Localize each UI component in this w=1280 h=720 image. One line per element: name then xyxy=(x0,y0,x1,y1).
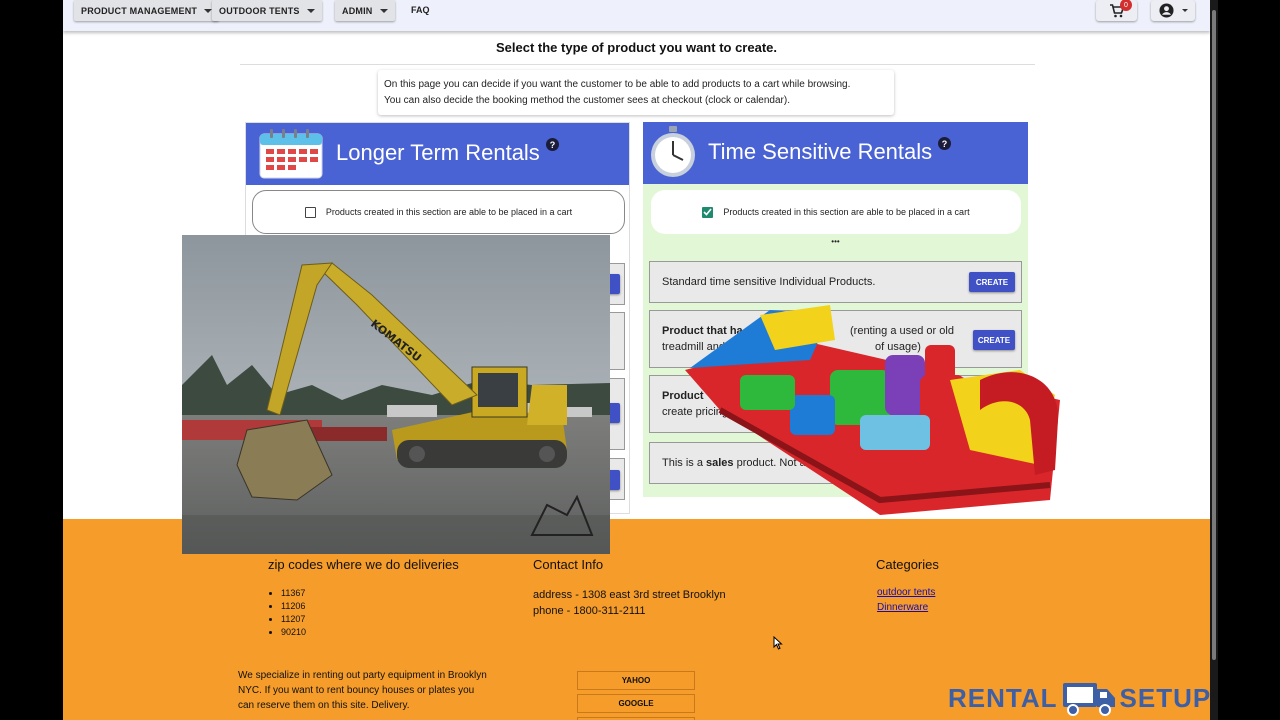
product-management-label: PRODUCT MANAGEMENT xyxy=(81,5,198,16)
yahoo-button[interactable]: YAHOO xyxy=(577,671,695,690)
brand-left: RENTAL xyxy=(948,682,1058,713)
cart-count-badge: 0 xyxy=(1120,0,1132,11)
brand-right: SETUP xyxy=(1119,682,1210,713)
inflatable-image xyxy=(685,305,1060,515)
check-icon xyxy=(703,208,713,216)
top-navbar: PRODUCT MANAGEMENT OUTDOOR TENTS ADMIN F… xyxy=(63,0,1210,31)
calendar-icon xyxy=(259,129,323,179)
admin-menu[interactable]: ADMIN xyxy=(335,0,395,21)
rental-setup-logo: RENTAL SETUP xyxy=(948,679,1210,717)
zip-code: 90210 xyxy=(281,626,306,639)
caret-down-icon xyxy=(379,8,388,13)
standard-products-row: Standard time sensitive Individual Produ… xyxy=(649,261,1022,303)
inflatable-obstacle-course-photo xyxy=(680,300,1060,515)
long-term-cart-option[interactable]: Products created in this section are abl… xyxy=(252,190,625,234)
info-line-1: On this page you can decide if you want … xyxy=(384,79,851,90)
zip-code: 11207 xyxy=(281,613,306,626)
category-link-dinnerware[interactable]: Dinnerware xyxy=(877,602,928,613)
page-title: Select the type of product you want to c… xyxy=(496,40,777,55)
google-button[interactable]: GOOGLE xyxy=(577,694,695,713)
zip-code: 11206 xyxy=(281,600,306,613)
cart-checkbox-checked[interactable] xyxy=(702,206,714,218)
cart-checkbox[interactable] xyxy=(304,206,316,218)
contact-address: address - 1308 east 3rd street Brooklyn xyxy=(533,589,726,601)
scrollbar-thumb[interactable] xyxy=(1212,10,1216,660)
account-circle-icon xyxy=(1158,3,1174,18)
faq-link[interactable]: FAQ xyxy=(411,5,430,15)
caret-down-icon xyxy=(1181,9,1188,12)
contact-heading: Contact Info xyxy=(533,557,604,572)
zip-code-list: 11367 11206 11207 90210 xyxy=(281,587,306,639)
time-sensitive-title: Time Sensitive Rentals xyxy=(708,139,933,164)
about-text: We specialize in renting out party equip… xyxy=(238,670,487,711)
stopwatch-icon xyxy=(651,126,695,177)
contact-phone: phone - 1800-311-2111 xyxy=(533,605,646,617)
outdoor-tents-label: OUTDOOR TENTS xyxy=(219,5,300,16)
row-text: Standard time sensitive Individual Produ… xyxy=(662,276,876,288)
long-term-header: Longer Term Rentals ? xyxy=(246,123,629,185)
caret-down-icon xyxy=(204,8,213,13)
product-management-menu[interactable]: PRODUCT MANAGEMENT xyxy=(74,0,220,21)
mouse-cursor-icon xyxy=(773,636,783,650)
info-box: On this page you can decide if you want … xyxy=(378,70,894,115)
divider xyxy=(240,64,1035,65)
category-link-outdoor-tents[interactable]: outdoor tents xyxy=(877,587,935,598)
zip-code: 11367 xyxy=(281,587,306,600)
time-sensitive-header: Time Sensitive Rentals ? xyxy=(643,122,1028,184)
admin-label: ADMIN xyxy=(342,5,373,16)
delivery-van-icon xyxy=(1062,683,1115,716)
excavator-photo: KOMATSU xyxy=(182,235,610,554)
help-icon[interactable]: ? xyxy=(938,137,951,150)
create-standard-button[interactable]: CREATE xyxy=(969,272,1015,292)
categories-heading: Categories xyxy=(876,557,939,572)
zip-codes-heading: zip codes where we do deliveries xyxy=(268,557,459,572)
time-sensitive-cart-option[interactable]: Products created in this section are abl… xyxy=(651,190,1021,234)
caret-down-icon xyxy=(306,8,315,13)
cart-option-label: Products created in this section are abl… xyxy=(723,207,970,217)
info-line-2: You can also decide the booking method t… xyxy=(384,95,790,106)
more-dots: ••• xyxy=(831,237,840,246)
help-icon[interactable]: ? xyxy=(546,138,559,151)
outdoor-tents-menu[interactable]: OUTDOOR TENTS xyxy=(212,0,322,21)
excavator-image: KOMATSU xyxy=(182,235,610,554)
cart-option-label: Products created in this section are abl… xyxy=(325,207,573,217)
cart-button[interactable]: 0 xyxy=(1096,0,1137,21)
account-menu[interactable] xyxy=(1151,0,1195,21)
long-term-title: Longer Term Rentals xyxy=(336,140,540,165)
